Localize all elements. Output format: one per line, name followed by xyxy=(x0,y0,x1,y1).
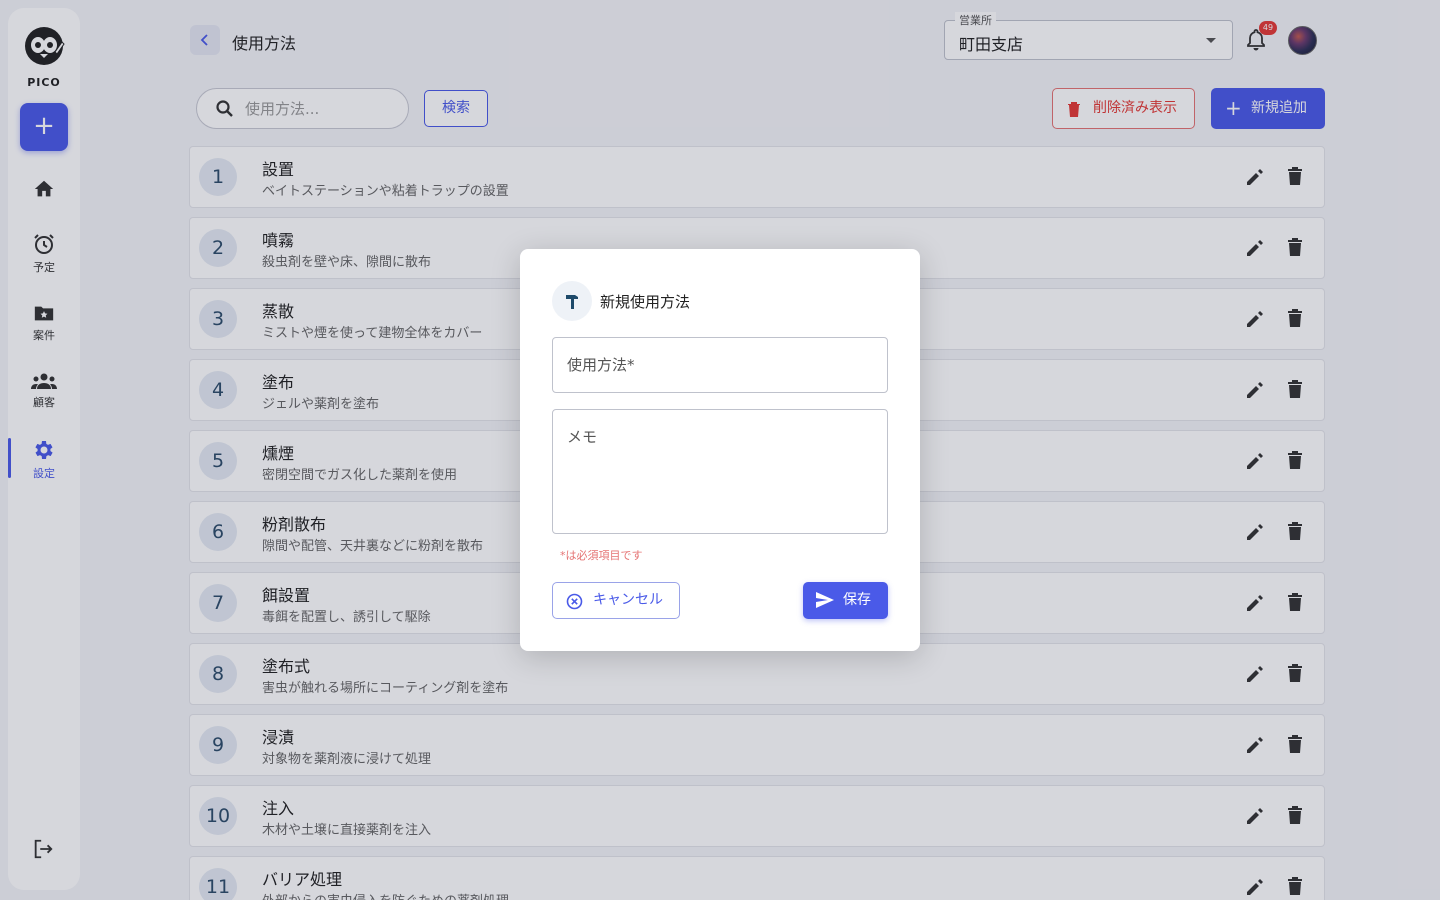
usage-method-field xyxy=(552,337,888,393)
dialog-title: 新規使用方法 xyxy=(600,293,691,311)
cancel-label: キャンセル xyxy=(593,592,663,608)
cancel-circle-icon xyxy=(566,593,583,610)
send-icon xyxy=(816,592,834,608)
save-button[interactable]: 保存 xyxy=(803,582,888,619)
cancel-button[interactable]: キャンセル xyxy=(552,582,680,619)
usage-method-input[interactable] xyxy=(553,338,887,392)
save-label: 保存 xyxy=(843,592,871,608)
memo-textarea[interactable] xyxy=(553,410,887,533)
required-note: *は必須項目です xyxy=(560,549,643,562)
new-usage-method-dialog: 新規使用方法 *は必須項目です キャンセル 保存 xyxy=(520,249,920,651)
memo-field xyxy=(552,409,888,534)
hammer-icon xyxy=(552,281,592,321)
